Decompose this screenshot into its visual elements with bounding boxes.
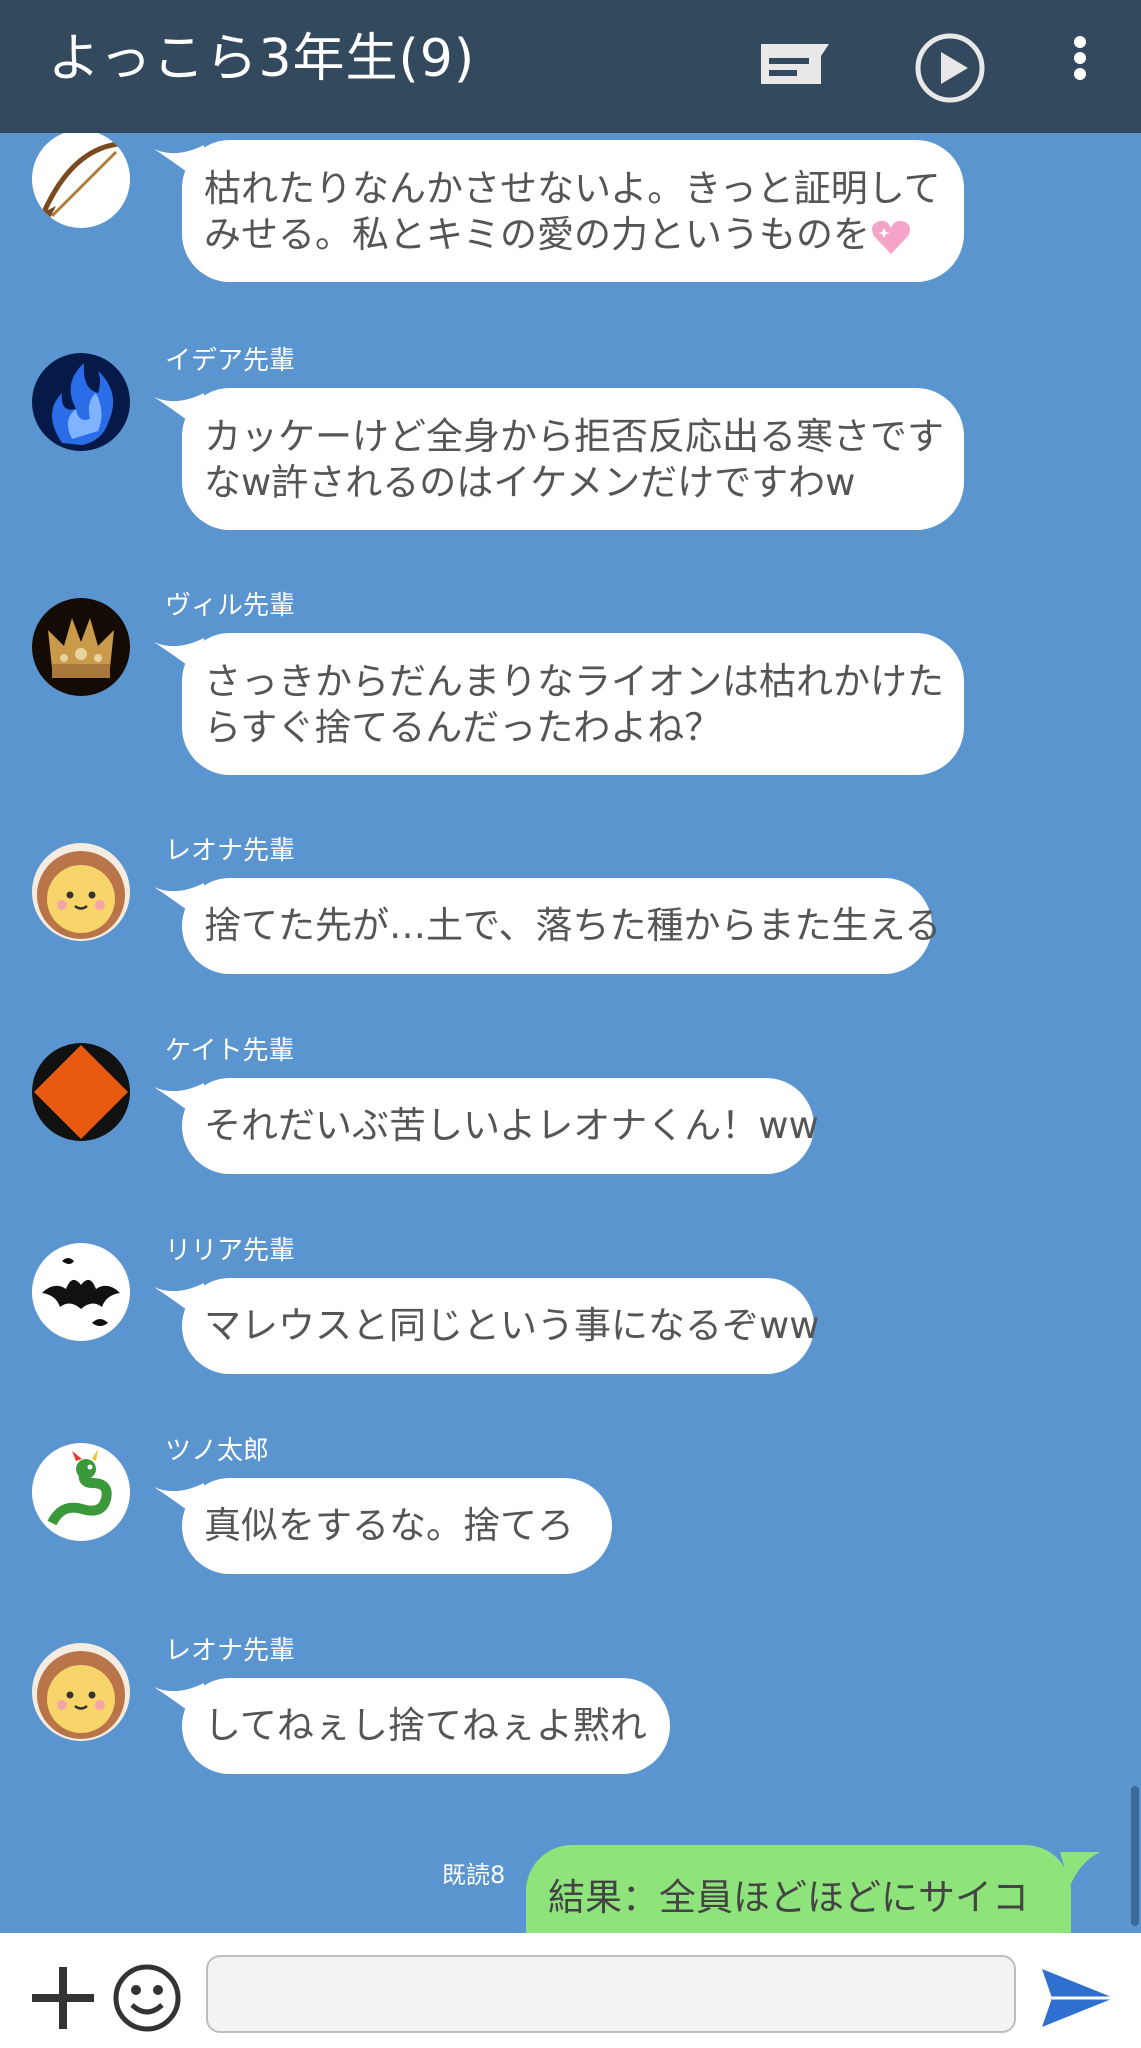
message-text: みせる。私とキミの愛の力というものを [204,212,954,258]
message-text: なw許されるのはイケメンだけですわw [204,461,856,504]
avatar-archer[interactable] [32,133,130,228]
avatar-lion[interactable] [32,1643,130,1741]
sender-name: リリア先輩 [165,1236,296,1266]
message-text: カッケーけど全身から拒否反応出る寒さです [204,415,944,458]
avatar-dragon[interactable] [32,1443,130,1541]
message-text: らすぐ捨てるんだったわよね？ [204,706,722,749]
smiley-icon[interactable] [112,1963,182,2033]
message-text: 真似をするな。捨てろ [204,1504,574,1547]
sparkling-heart-icon [870,218,912,256]
avatar-lion[interactable] [32,843,130,941]
message-text: マレウスと同じという事になるぞww [204,1304,820,1347]
play-icon[interactable] [910,28,990,108]
more-vertical-icon[interactable] [1040,28,1120,108]
message-text: してねぇし捨てねぇよ黙れ [204,1704,647,1747]
message-bubble[interactable]: 真似をするな。捨てろ [182,1478,612,1574]
sender-name: ケイト先輩 [165,1036,295,1066]
message-bubble[interactable]: 枯れたりなんかさせないよ。きっと証明して みせる。私とキミの愛の力というものを [182,140,964,282]
sender-name: レオナ先輩 [165,836,296,866]
send-icon[interactable] [1040,1965,1116,2031]
chat-title: よっこら3年生(9) [48,29,476,89]
message-text: 捨てた先が…土で、落ちた種からまた生える [204,904,942,947]
scrollbar[interactable] [1131,1786,1139,1926]
sender-name: レオナ先輩 [165,1636,296,1666]
message-bubble[interactable]: カッケーけど全身から拒否反応出る寒さです なw許されるのはイケメンだけですわw [182,388,964,530]
sender-name: イデア先輩 [165,346,296,376]
chat-area[interactable]: 枯れたりなんかさせないよ。きっと証明して みせる。私とキミの愛の力というものを … [0,133,1141,1933]
message-bubble[interactable]: マレウスと同じという事になるぞww [182,1278,820,1374]
message-text: それだいぶ苦しいよレオナくん！ww [204,1104,819,1147]
message-bubble[interactable]: してねぇし捨てねぇよ黙れ [182,1678,670,1774]
my-bubble-tail [1060,1852,1100,1886]
avatar-crown[interactable] [32,598,130,696]
message-text: さっきからだんまりなライオンは枯れかけた [204,660,944,703]
avatar-orange-diamond[interactable] [32,1043,130,1141]
sender-name: ツノ太郎 [165,1436,270,1466]
avatar-bats[interactable] [32,1243,130,1341]
input-bar [0,1933,1141,2048]
my-message-bubble[interactable]: 結果：全員ほどほどにサイコ [526,1845,1071,1933]
message-input[interactable] [206,1955,1016,2033]
read-receipt: 既読8 [442,1861,506,1889]
sender-name: ヴィル先輩 [165,591,296,621]
avatar-blue-flame[interactable] [32,353,130,451]
message-text: 枯れたりなんかさせないよ。きっと証明して [204,167,941,210]
message-bubble[interactable]: 捨てた先が…土で、落ちた種からまた生える [182,878,942,974]
chat-list-icon[interactable] [755,28,835,108]
message-bubble[interactable]: さっきからだんまりなライオンは枯れかけた らすぐ捨てるんだったわよね？ [182,633,964,775]
my-message-text: 結果：全員ほどほどにサイコ [548,1876,1029,1919]
message-text-line: みせる。私とキミの愛の力というものを [204,213,870,256]
chat-header: よっこら3年生(9) [0,0,1141,133]
message-bubble[interactable]: それだいぶ苦しいよレオナくん！ww [182,1078,819,1174]
plus-icon[interactable] [30,1965,96,2031]
